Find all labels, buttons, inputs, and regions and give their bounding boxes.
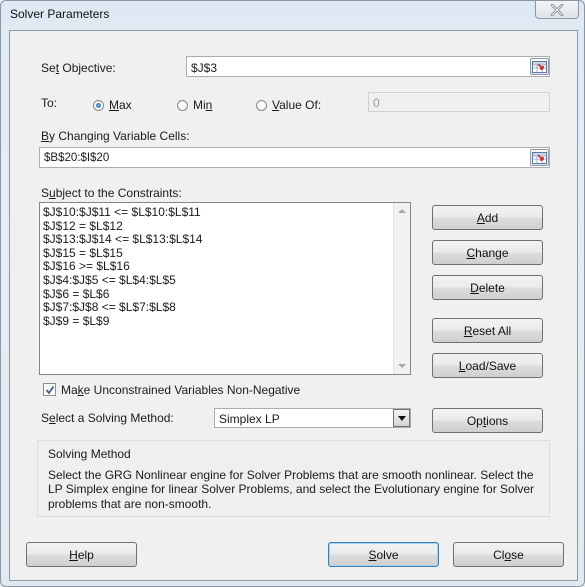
info-text: Select the GRG Nonlinear engine for Solv… bbox=[48, 468, 535, 511]
solving-method-label: Select a Solving Method: bbox=[41, 411, 174, 425]
help-button[interactable]: Help bbox=[26, 542, 137, 567]
solve-button[interactable]: Solve bbox=[328, 542, 439, 567]
range-select-icon bbox=[532, 60, 547, 73]
delete-button[interactable]: Delete bbox=[432, 275, 543, 300]
constraints-label: Subject to the Constraints: bbox=[41, 186, 182, 200]
set-objective-label: Set Objective: bbox=[41, 61, 116, 75]
info-title: Solving Method bbox=[48, 447, 131, 461]
objective-range-button[interactable] bbox=[530, 58, 549, 75]
constraint-item[interactable]: $J$7:$J$8 <= $L$7:$L$8 bbox=[43, 301, 202, 315]
checkmark-icon bbox=[45, 385, 54, 394]
radio-max-indicator[interactable] bbox=[93, 99, 104, 111]
radio-max[interactable]: Max bbox=[93, 98, 132, 112]
changing-cells-input[interactable]: $B$20:$I$20 bbox=[39, 147, 550, 168]
close-icon bbox=[550, 3, 564, 16]
solving-method-select[interactable]: Simplex LP bbox=[214, 408, 411, 428]
nonnegative-checkbox[interactable] bbox=[43, 383, 56, 396]
dropdown-button[interactable] bbox=[393, 409, 410, 427]
radio-value-of-indicator[interactable] bbox=[256, 99, 267, 111]
changing-cells-range-button[interactable] bbox=[530, 149, 549, 166]
radio-min-indicator[interactable] bbox=[177, 99, 188, 111]
scroll-up-icon[interactable] bbox=[398, 209, 406, 213]
constraint-item[interactable]: $J$10:$J$11 <= $L$10:$L$11 bbox=[43, 205, 202, 220]
close-window-button[interactable] bbox=[535, 1, 579, 19]
solver-dialog: Solver Parameters Set Objective: $J$3 To… bbox=[0, 0, 585, 587]
changing-cells-label: By Changing Variable Cells: bbox=[41, 129, 190, 143]
to-label: To: bbox=[41, 96, 58, 110]
close-button[interactable]: Cl o se bbox=[453, 542, 564, 567]
constraints-scrollbar[interactable] bbox=[393, 203, 410, 374]
constraint-item[interactable]: $J$15 = $L$15 bbox=[43, 246, 202, 261]
radio-min[interactable]: Min bbox=[177, 98, 212, 112]
solving-method-info: Solving Method Select the GRG Nonlinear … bbox=[37, 440, 550, 517]
constraint-item[interactable]: $J$12 = $L$12 bbox=[43, 219, 202, 234]
options-button[interactable]: Op t ions bbox=[432, 408, 543, 433]
nonnegative-label: Make Unconstrained Variables Non-Negativ… bbox=[61, 383, 301, 397]
radio-max-label: Max bbox=[109, 98, 132, 112]
value-of-input[interactable]: 0 bbox=[368, 92, 550, 112]
radio-min-label: Min bbox=[193, 98, 213, 112]
reset-all-button[interactable]: Reset All bbox=[432, 318, 543, 343]
range-select-icon bbox=[532, 151, 547, 164]
radio-value-of[interactable]: Value Of: bbox=[256, 98, 321, 112]
window-title: Solver Parameters bbox=[10, 7, 110, 21]
constraints-list[interactable]: $J$10:$J$11 <= $L$10:$L$11 $J$12 = $L$12… bbox=[39, 202, 411, 375]
dialog-content: Set Objective: $J$3 To: Max Min Value Of… bbox=[9, 30, 578, 581]
constraint-item[interactable]: $J$4:$J$5 <= $L$4:$L$5 bbox=[43, 273, 202, 288]
constraint-item[interactable]: $J$13:$J$14 <= $L$13:$L$14 bbox=[43, 233, 202, 247]
constraint-item[interactable]: $J$6 = $L$6 bbox=[43, 287, 202, 302]
chevron-down-icon bbox=[397, 415, 406, 421]
change-button[interactable]: Change bbox=[432, 240, 543, 265]
set-objective-input[interactable]: $J$3 bbox=[186, 56, 550, 77]
radio-value-of-label: Value Of: bbox=[272, 98, 322, 112]
load-save-button[interactable]: Load/Save bbox=[432, 353, 543, 378]
scroll-down-icon[interactable] bbox=[398, 364, 406, 368]
constraint-item[interactable]: $J$16 >= $L$16 bbox=[43, 260, 202, 274]
add-button[interactable]: Add bbox=[432, 205, 543, 230]
constraint-item[interactable]: $J$9 = $L$9 bbox=[43, 314, 202, 329]
